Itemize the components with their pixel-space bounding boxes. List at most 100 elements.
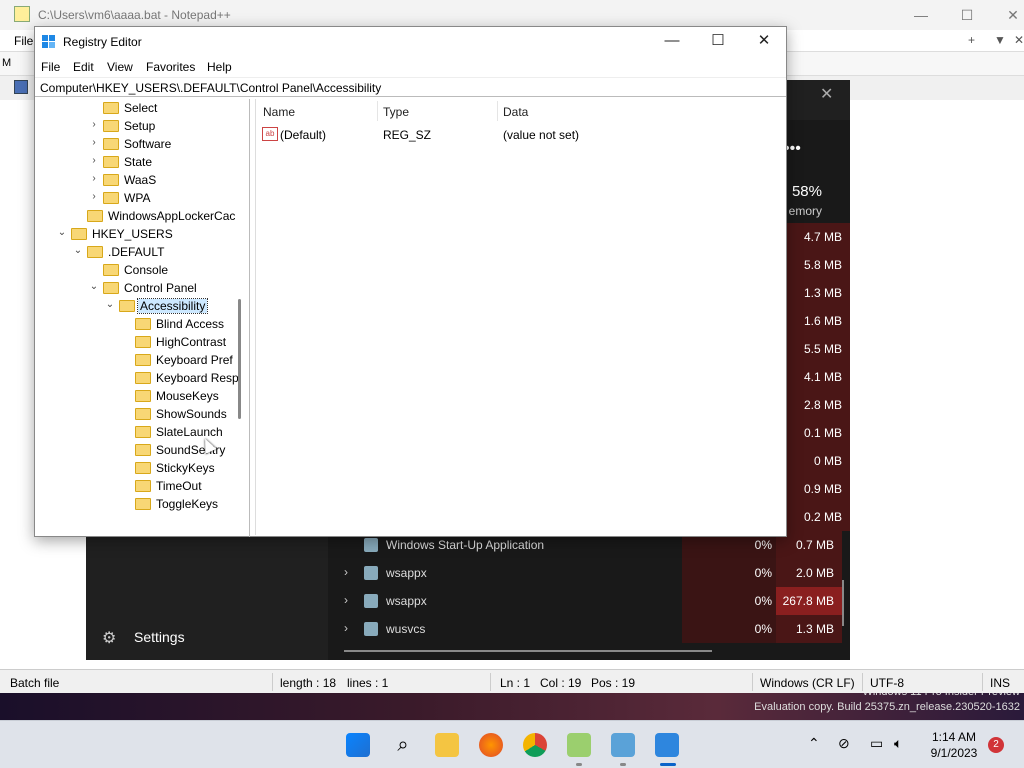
registry-app-icon bbox=[42, 35, 56, 49]
status-filetype: Batch file bbox=[10, 676, 60, 690]
tm-memory-pct: 58% bbox=[791, 183, 822, 200]
process-icon bbox=[364, 538, 378, 552]
clock[interactable]: 1:14 AM 9/1/2023 bbox=[924, 729, 984, 761]
taskbar: ⌕ ⌃ ⊘ ▭ 🔈︎ 1:14 AM 9/1/2023 2 bbox=[0, 720, 1024, 768]
tm-mem-cell: 0.2 MB bbox=[778, 503, 850, 531]
string-value-icon: ab bbox=[262, 127, 278, 141]
close-icon[interactable]: ✕ bbox=[741, 27, 787, 57]
display-icon[interactable]: ▭ bbox=[870, 735, 883, 752]
process-mem: 1.3 MB bbox=[776, 615, 842, 643]
column-header-name[interactable]: Name bbox=[263, 105, 295, 119]
chevron-right-icon[interactable]: › bbox=[344, 621, 348, 635]
chevron-right-icon[interactable]: › bbox=[344, 593, 348, 607]
clock-date: 9/1/2023 bbox=[930, 746, 978, 760]
tm-mem-cell: 1.3 MB bbox=[778, 279, 850, 307]
settings-gear-icon[interactable]: ⚙ bbox=[102, 628, 116, 648]
close-tab-icon[interactable]: ✕ bbox=[1014, 33, 1024, 47]
chevron-up-icon[interactable]: ⌃ bbox=[808, 735, 820, 752]
tree-vscrollbar[interactable] bbox=[238, 299, 241, 419]
value-data: (value not set) bbox=[503, 128, 580, 142]
registry-editor-icon[interactable] bbox=[655, 733, 679, 757]
registry-menubar: File Edit View Favorites Help bbox=[35, 57, 786, 77]
address-bar[interactable]: Computer\HKEY_USERS\.DEFAULT\Control Pan… bbox=[35, 77, 786, 97]
status-encoding: UTF-8 bbox=[870, 676, 904, 690]
table-row[interactable]: › wusvcs 0% 1.3 MB bbox=[328, 615, 850, 643]
tm-mem-cell: 2.8 MB bbox=[778, 391, 850, 419]
minimize-icon[interactable]: — bbox=[649, 27, 695, 57]
table-row[interactable]: › wsappx 0% 2.0 MB bbox=[328, 559, 850, 587]
tm-close-icon[interactable]: ✕ bbox=[820, 84, 833, 104]
maximize-icon[interactable]: ☐ bbox=[944, 0, 990, 30]
menu-edit[interactable]: Edit bbox=[73, 60, 94, 74]
value-type: REG_SZ bbox=[383, 128, 432, 142]
process-name: wusvcs bbox=[386, 622, 426, 636]
column-header-data[interactable]: Data bbox=[503, 105, 528, 119]
registry-tree: Select › Setup › Software › State › WaaS › WP… bbox=[35, 99, 250, 537]
process-mem: 2.0 MB bbox=[776, 559, 842, 587]
process-name: wsappx bbox=[386, 594, 427, 608]
process-mem: 267.8 MB bbox=[776, 587, 842, 615]
gear-process-icon bbox=[364, 594, 378, 608]
maximize-icon[interactable]: ☐ bbox=[695, 27, 741, 57]
status-length: length : 18 bbox=[280, 676, 337, 690]
tab-list-icon[interactable]: ▼ bbox=[994, 33, 1006, 47]
status-col: Col : 19 bbox=[540, 676, 582, 690]
chevron-right-icon[interactable]: › bbox=[344, 565, 348, 579]
notification-badge[interactable]: 2 bbox=[988, 737, 1004, 753]
value-name[interactable]: (Default) bbox=[280, 128, 326, 142]
notepad-app-icon bbox=[14, 6, 30, 22]
menu-help[interactable]: Help bbox=[207, 60, 232, 74]
gear-process-icon bbox=[364, 566, 378, 580]
minimize-icon[interactable]: — bbox=[898, 0, 944, 30]
tm-mem-cell: 5.8 MB bbox=[778, 251, 850, 279]
task-manager-icon[interactable] bbox=[611, 733, 635, 757]
tm-settings-label[interactable]: Settings bbox=[134, 629, 185, 645]
menu-favorites[interactable]: Favorites bbox=[146, 60, 195, 74]
menu-view[interactable]: View bbox=[107, 60, 133, 74]
registry-editor-window: Registry Editor — ☐ ✕ File Edit View Fav… bbox=[34, 26, 787, 537]
menu-file[interactable]: File bbox=[14, 34, 33, 48]
values-list: Name Type Data ab (Default) REG_SZ (valu… bbox=[255, 99, 785, 535]
volume-icon[interactable]: 🔈︎ bbox=[894, 735, 902, 752]
menu-file[interactable]: File bbox=[41, 60, 60, 74]
tm-mem-cell: 4.1 MB bbox=[778, 363, 850, 391]
tm-mem-cell: 0.1 MB bbox=[778, 419, 850, 447]
column-header-type[interactable]: Type bbox=[383, 105, 409, 119]
process-name: Windows Start-Up Application bbox=[386, 538, 545, 552]
status-eol: Windows (CR LF) bbox=[760, 676, 855, 690]
chrome-icon[interactable] bbox=[523, 733, 547, 757]
registry-titlebar[interactable]: Registry Editor — ☐ ✕ bbox=[35, 27, 786, 57]
status-ln: Ln : 1 bbox=[500, 676, 531, 690]
notepad-plus-plus-icon[interactable] bbox=[567, 733, 591, 757]
tm-mem-cell: 5.5 MB bbox=[778, 335, 850, 363]
tm-mem-cell: 1.6 MB bbox=[778, 307, 850, 335]
close-icon[interactable]: ✕ bbox=[990, 0, 1024, 30]
address-path[interactable]: Computer\HKEY_USERS\.DEFAULT\Control Pan… bbox=[40, 81, 381, 95]
windows-start-icon[interactable] bbox=[346, 733, 370, 757]
watermark-line2: Evaluation copy. Build 25375.zn_release.… bbox=[754, 701, 1020, 713]
add-tab-icon[interactable]: + bbox=[968, 33, 975, 47]
process-cpu: 0% bbox=[682, 587, 776, 615]
process-cpu: 0% bbox=[682, 615, 776, 643]
status-mode: INS bbox=[990, 676, 1011, 690]
firefox-icon[interactable] bbox=[479, 733, 503, 757]
table-row[interactable]: › wsappx 0% 267.8 MB bbox=[328, 587, 850, 615]
save-icon[interactable] bbox=[14, 80, 28, 94]
process-cpu: 0% bbox=[682, 559, 776, 587]
tm-mem-cell: 0 MB bbox=[778, 447, 850, 475]
side-letter: M bbox=[2, 57, 12, 69]
network-icon[interactable]: ⊘ bbox=[838, 735, 850, 752]
tm-vscrollbar[interactable] bbox=[842, 580, 844, 626]
status-lines: lines : 1 bbox=[347, 676, 389, 690]
tm-mem-cell: 0.9 MB bbox=[778, 475, 850, 503]
tm-hscrollbar[interactable] bbox=[344, 650, 712, 652]
file-explorer-icon[interactable] bbox=[435, 733, 459, 757]
tm-memory-label[interactable]: emory bbox=[786, 204, 822, 218]
search-icon[interactable]: ⌕ bbox=[391, 733, 415, 757]
process-name: wsappx bbox=[386, 566, 427, 580]
gear-process-icon bbox=[364, 622, 378, 636]
notepad-title: C:\Users\vm6\aaaa.bat - Notepad++ bbox=[38, 8, 231, 22]
notepad-statusbar: Batch file length : 18 lines : 1 Ln : 1 … bbox=[0, 669, 1024, 693]
registry-title: Registry Editor bbox=[63, 35, 142, 49]
status-pos: Pos : 19 bbox=[591, 676, 636, 690]
